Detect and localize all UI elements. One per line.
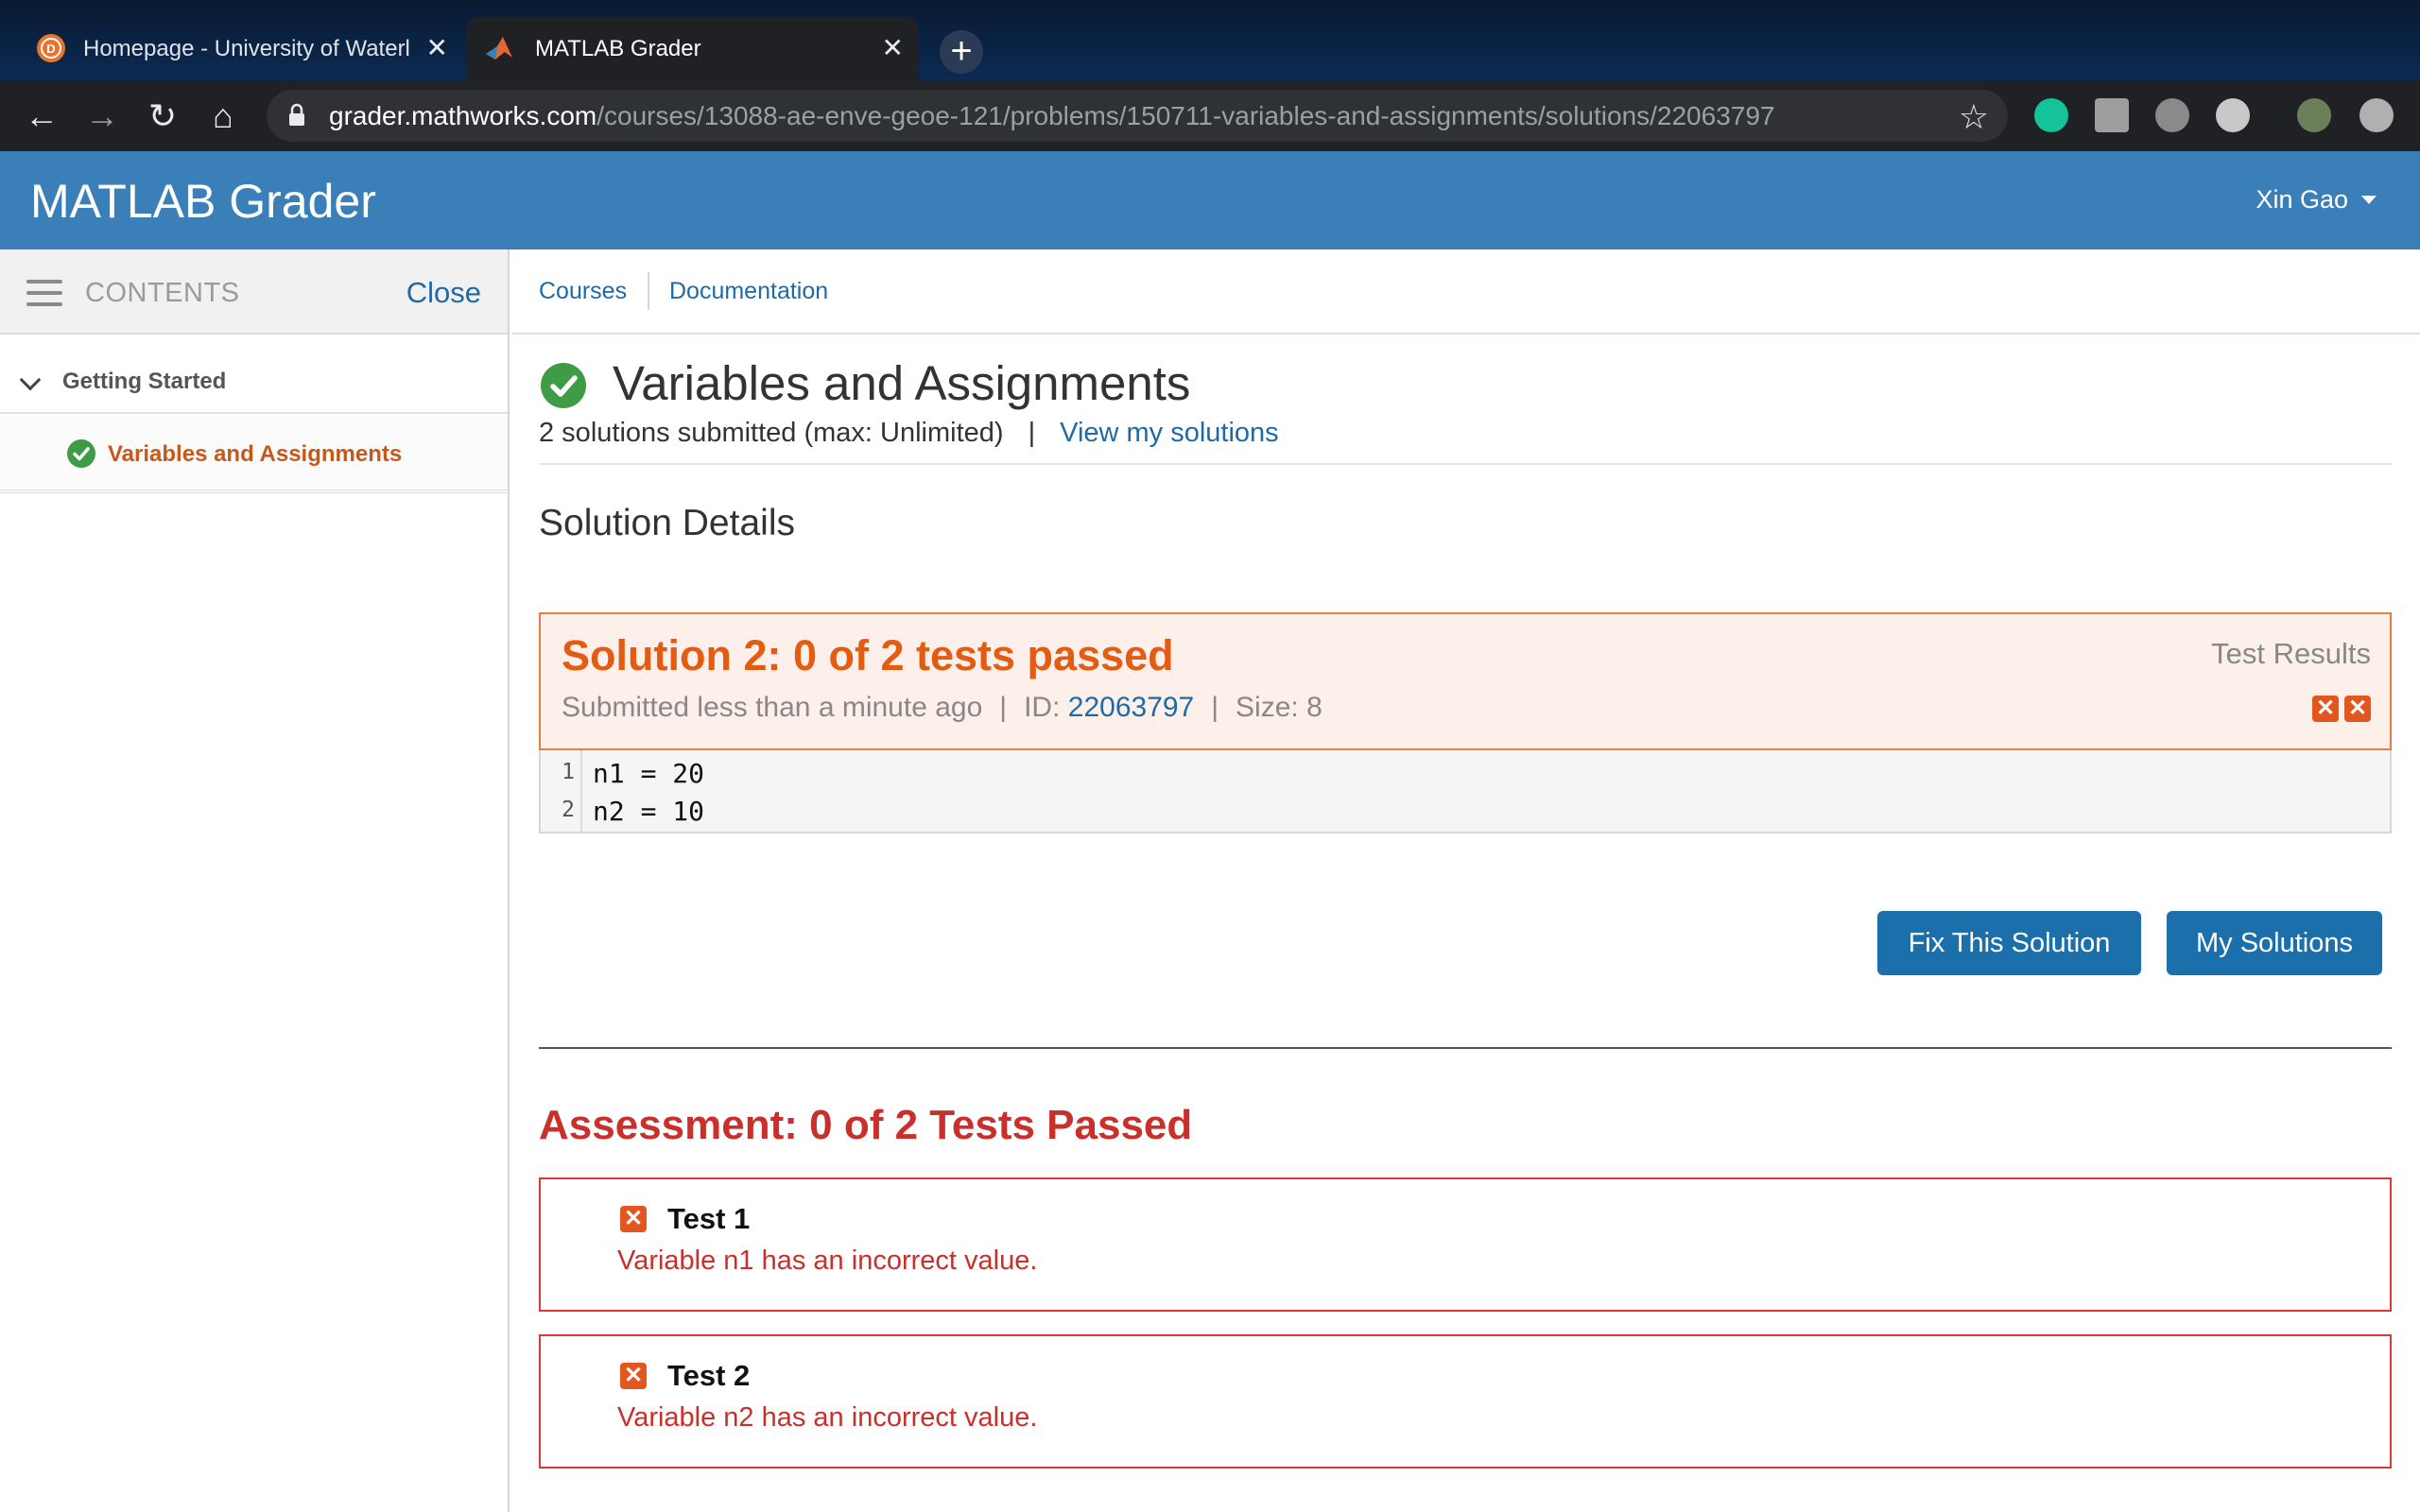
line-number: 1 [562, 760, 575, 784]
profile-avatar-icon[interactable] [2297, 98, 2331, 132]
user-name: Xin Gao [2256, 185, 2348, 214]
sidebar-group-label: Getting Started [62, 369, 227, 394]
submission-summary: 2 solutions submitted (max: Unlimited) | V… [539, 418, 1279, 449]
browser-tab-waterloo[interactable]: D Homepage - University of Waterl ✕ [19, 17, 463, 80]
user-menu[interactable]: Xin Gao [2256, 185, 2377, 215]
solution-id-link[interactable]: 22063797 [1068, 692, 1194, 723]
grammarly-extension-icon[interactable] [2034, 98, 2068, 132]
divider [648, 272, 649, 310]
solution-meta: Submitted less than a minute ago | ID: 220… [562, 692, 1322, 724]
url-text: grader.mathworks.com/courses/13088-ae-en… [329, 101, 1775, 131]
submission-count: 2 solutions submitted (max: Unlimited) [539, 418, 1004, 448]
home-icon[interactable]: ⌂ [202, 95, 244, 137]
test-name: Test 2 [667, 1359, 751, 1392]
line-number-gutter: 1 2 [541, 750, 582, 832]
separator: | [1211, 692, 1219, 723]
close-sidebar-link[interactable]: Close [406, 276, 481, 310]
code-line: n2 = 10 [593, 796, 705, 827]
bookmark-star-icon[interactable]: ☆ [1959, 97, 1989, 137]
tab-close-icon[interactable]: ✕ [882, 34, 904, 62]
solution-title: Solution 2: 0 of 2 tests passed [562, 631, 1174, 679]
contents-header: CONTENTS Close [0, 249, 508, 335]
test-failed-icon[interactable]: ✕ [2312, 696, 2339, 722]
test-result-card[interactable]: ✕ Test 2 Variable n2 has an incorrect va… [539, 1334, 2392, 1469]
matlab-favicon-icon [486, 37, 512, 60]
check-circle-icon [541, 363, 586, 408]
contents-label: CONTENTS [85, 278, 240, 308]
courses-link[interactable]: Courses [539, 278, 627, 305]
tab-title: Homepage - University of Waterl [83, 36, 410, 61]
fix-this-solution-button[interactable]: Fix This Solution [1877, 911, 2141, 975]
extension-icon[interactable] [2155, 98, 2189, 132]
contents-sidebar: CONTENTS Close Getting Started Variables… [0, 249, 510, 1512]
divider [539, 463, 2392, 465]
forward-icon[interactable]: → [81, 95, 123, 137]
extension-icon[interactable] [2216, 98, 2250, 132]
sidebar-item-variables-and-assignments[interactable]: Variables and Assignments [0, 416, 508, 493]
test-failed-icon: ✕ [620, 1206, 647, 1232]
line-number: 2 [562, 798, 575, 822]
browser-toolbar: ← → ↻ ⌂ grader.mathworks.com/courses/130… [0, 80, 2420, 151]
test-results-label: Test Results [2211, 637, 2371, 670]
tab-title: MATLAB Grader [535, 36, 701, 61]
tab-close-icon[interactable]: ✕ [426, 34, 448, 62]
chevron-down-icon [19, 369, 42, 391]
documentation-link[interactable]: Documentation [669, 278, 828, 305]
address-bar[interactable]: grader.mathworks.com/courses/13088-ae-en… [267, 90, 2008, 142]
code-viewer: 1 2 n1 = 20 n2 = 10 [539, 750, 2392, 833]
solution-summary-card: Solution 2: 0 of 2 tests passed Submitte… [539, 612, 2392, 750]
update-icon[interactable] [2360, 98, 2394, 132]
sidebar-item-label: Variables and Assignments [108, 441, 403, 467]
test-result-card[interactable]: ✕ Test 1 Variable n1 has an incorrect va… [539, 1177, 2392, 1312]
reload-icon[interactable]: ↻ [142, 95, 183, 137]
main-content: Courses Documentation Variables and Assi… [511, 249, 2420, 1512]
solution-size: Size: 8 [1236, 692, 1322, 723]
assessment-title: Assessment: 0 of 2 Tests Passed [539, 1102, 1193, 1148]
url-path: /courses/13088-ae-enve-geoe-121/problems… [596, 101, 1775, 130]
test-message: Variable n1 has an incorrect value. [617, 1246, 1038, 1276]
sub-navigation: Courses Documentation [511, 249, 2420, 335]
sidebar-group-getting-started[interactable]: Getting Started [0, 361, 508, 414]
test-failed-icon: ✕ [620, 1363, 647, 1389]
view-my-solutions-link[interactable]: View my solutions [1060, 418, 1279, 448]
test-name: Test 1 [667, 1202, 751, 1235]
waterloo-favicon-icon: D [37, 34, 65, 62]
app-header: MATLAB Grader Xin Gao [0, 151, 2420, 249]
divider [539, 1047, 2392, 1049]
id-label: ID: [1024, 692, 1061, 723]
code-line: n1 = 20 [593, 758, 705, 789]
back-icon[interactable]: ← [21, 95, 62, 137]
svg-text:D: D [46, 42, 55, 56]
new-tab-button[interactable]: + [940, 30, 983, 74]
browser-tab-matlab-grader[interactable]: MATLAB Grader ✕ [467, 17, 919, 80]
test-failed-icon[interactable]: ✕ [2344, 696, 2371, 722]
separator: | [1028, 418, 1036, 448]
hamburger-menu-icon[interactable] [26, 280, 62, 306]
caret-down-icon [2361, 196, 2377, 204]
check-circle-icon [67, 439, 95, 468]
submitted-time: Submitted less than a minute ago [562, 692, 983, 723]
extension-icon[interactable] [2095, 98, 2129, 132]
my-solutions-button[interactable]: My Solutions [2167, 911, 2382, 975]
lock-icon [289, 103, 304, 126]
browser-tab-strip: D Homepage - University of Waterl ✕ MATL… [0, 0, 2420, 80]
separator: | [999, 692, 1008, 723]
url-host: grader.mathworks.com [329, 101, 597, 130]
page-title: Variables and Assignments [613, 356, 1191, 410]
test-message: Variable n2 has an incorrect value. [617, 1402, 1038, 1433]
section-heading: Solution Details [539, 503, 795, 543]
app-title[interactable]: MATLAB Grader [30, 174, 376, 229]
